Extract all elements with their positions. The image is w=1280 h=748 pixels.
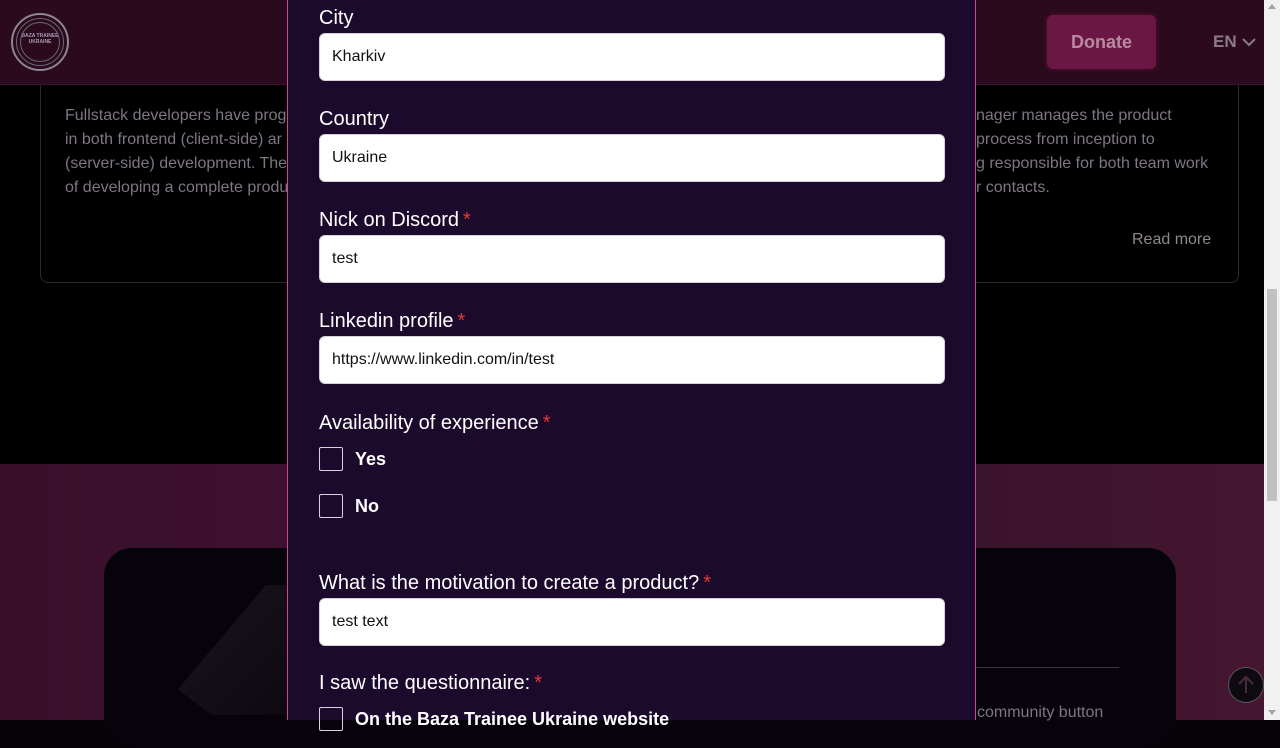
scroll-down-arrow-icon[interactable] — [1268, 710, 1276, 715]
motivation-value: test text — [332, 613, 389, 630]
chevron-down-icon — [1241, 38, 1256, 47]
yes-checkbox[interactable] — [319, 447, 343, 471]
experience-option-yes[interactable]: Yes — [319, 447, 386, 471]
linkedin-value: https://www.linkedin.com/in/test — [332, 351, 555, 368]
website-option-label: On the Baza Trainee Ukraine website — [355, 708, 670, 729]
discord-input[interactable]: test — [319, 235, 945, 283]
country-field-group: Country Ukraine — [319, 107, 945, 182]
questionnaire-label: I saw the questionnaire: * — [319, 672, 543, 694]
card-text-line: in both frontend (client-side) ar — [65, 131, 282, 148]
discord-label: Nick on Discord * — [319, 209, 471, 231]
read-more-link[interactable]: Read more — [1132, 231, 1211, 249]
motivation-field-group: What is the motivation to create a produ… — [319, 571, 945, 646]
required-asterisk: * — [703, 572, 711, 594]
linkedin-label: Linkedin profile * — [319, 310, 466, 332]
country-label: Country — [319, 108, 390, 130]
logo[interactable]: BAZA TRAINEE UKRAINE — [11, 13, 69, 71]
website-checkbox[interactable] — [319, 707, 343, 731]
arrow-up-icon — [1238, 675, 1254, 693]
panel-divider — [976, 667, 1119, 668]
scroll-up-arrow-icon[interactable] — [1268, 4, 1276, 9]
logo-text: BAZA TRAINEE UKRAINE — [21, 33, 59, 45]
application-form-modal: City Kharkiv Country Ukraine Nick on Dis… — [287, 0, 976, 731]
donate-button[interactable]: Donate — [1047, 15, 1156, 69]
card-text-line: (server-side) development. The — [65, 155, 288, 172]
country-input[interactable]: Ukraine — [319, 134, 945, 182]
card-text-line: r contacts. — [976, 179, 1050, 196]
city-field-group: City Kharkiv — [319, 6, 945, 81]
language-selector[interactable]: EN — [1213, 32, 1257, 52]
motivation-input[interactable]: test text — [319, 598, 945, 646]
language-label: EN — [1213, 32, 1237, 51]
scrollbar-thumb[interactable] — [1267, 289, 1277, 501]
fullstack-card-description: Fullstack developers have prog in both f… — [65, 104, 295, 200]
city-value: Kharkiv — [332, 48, 386, 65]
no-checkbox[interactable] — [319, 494, 343, 518]
motivation-label: What is the motivation to create a produ… — [319, 572, 711, 594]
discord-value: test — [332, 250, 358, 267]
card-text-line: g responsible for both team work — [976, 155, 1209, 172]
yes-label: Yes — [355, 448, 387, 469]
city-label: City — [319, 7, 354, 29]
no-label: No — [355, 495, 379, 516]
experience-option-no[interactable]: No — [319, 494, 379, 518]
experience-field-group: Availability of experience * — [319, 411, 945, 435]
linkedin-input[interactable]: https://www.linkedin.com/in/test — [319, 336, 945, 384]
community-text: community button — [977, 704, 1104, 721]
required-asterisk: * — [542, 412, 551, 434]
required-asterisk: * — [534, 672, 543, 694]
linkedin-field-group: Linkedin profile * https://www.linkedin.c… — [319, 309, 945, 384]
scroll-to-top-button[interactable] — [1228, 667, 1264, 703]
pm-card-description: nager manages the product process from i… — [976, 104, 1226, 200]
country-value: Ukraine — [332, 149, 388, 166]
questionnaire-option-website[interactable]: On the Baza Trainee Ukraine website — [319, 707, 669, 731]
city-input[interactable]: Kharkiv — [319, 33, 945, 81]
card-text-line: of developing a complete produ — [65, 179, 289, 196]
experience-label: Availability of experience * — [319, 412, 551, 434]
discord-field-group: Nick on Discord * test — [319, 208, 945, 283]
questionnaire-field-group: I saw the questionnaire: * — [319, 671, 945, 695]
card-text-line: nager manages the product — [976, 107, 1172, 124]
card-text-line: process from inception to — [976, 131, 1155, 148]
card-text-line: Fullstack developers have prog — [65, 107, 287, 124]
page-scrollbar[interactable] — [1264, 0, 1280, 720]
required-asterisk: * — [457, 310, 466, 332]
required-asterisk: * — [463, 209, 471, 231]
